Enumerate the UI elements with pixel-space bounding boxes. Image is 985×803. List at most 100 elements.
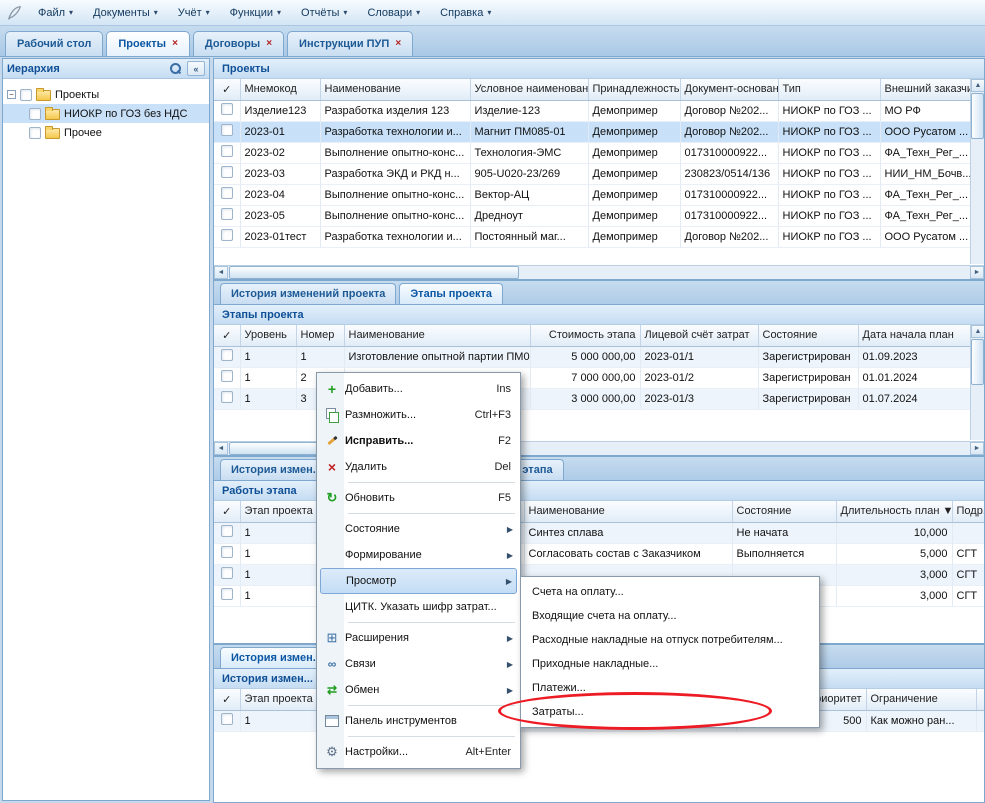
column-header[interactable] — [976, 689, 985, 710]
tree-item-other[interactable]: Прочее — [3, 123, 209, 142]
column-header[interactable]: Мнемокод — [240, 79, 320, 100]
horizontal-scrollbar[interactable]: ◄ ► — [214, 265, 984, 279]
column-header[interactable]: Ограничение — [866, 689, 976, 710]
column-header[interactable]: Этап проекта — [240, 501, 320, 522]
menu-item[interactable]: Счета на оплату... — [524, 580, 816, 604]
column-header[interactable]: ✓ — [214, 501, 240, 522]
scrollbar-thumb[interactable] — [229, 266, 519, 279]
vertical-scrollbar[interactable]: ▲ — [970, 325, 984, 440]
tab-project-stages[interactable]: Этапы проекта — [399, 283, 503, 304]
tab-project-history[interactable]: История изменений проекта — [220, 283, 396, 304]
menu-file[interactable]: Файл▾ — [29, 4, 82, 22]
menu-accounting[interactable]: Учёт▾ — [169, 4, 219, 22]
column-header[interactable]: Лицевой счёт затрат — [640, 325, 758, 346]
row-checkbox[interactable] — [221, 166, 233, 178]
menu-item[interactable]: УдалитьDel — [320, 454, 517, 480]
tab-contracts[interactable]: Договоры× — [193, 31, 284, 56]
table-row[interactable]: 2023-01Разработка технологии и...Магнит … — [214, 121, 985, 142]
column-header[interactable]: Наименование — [524, 501, 732, 522]
tree-checkbox[interactable] — [20, 89, 32, 101]
column-header[interactable]: Подр... — [952, 501, 985, 522]
row-checkbox[interactable] — [221, 713, 233, 725]
row-checkbox[interactable] — [221, 103, 233, 115]
row-checkbox[interactable] — [221, 208, 233, 220]
row-checkbox[interactable] — [221, 145, 233, 157]
menu-item[interactable]: Настройки...Alt+Enter — [320, 739, 517, 765]
menu-item[interactable]: Расширения▶ — [320, 625, 517, 651]
menu-functions[interactable]: Функции▾ — [221, 4, 290, 22]
app-logo-icon[interactable] — [4, 3, 24, 23]
expand-icon[interactable]: − — [7, 90, 16, 99]
menu-item[interactable]: Просмотр▶ — [320, 568, 517, 594]
menu-item[interactable]: Расходные накладные на отпуск потребител… — [524, 628, 816, 652]
column-header[interactable]: ✓ — [214, 79, 240, 100]
menu-item[interactable]: Добавить...Ins — [320, 376, 517, 402]
column-header[interactable]: Документ-основание — [680, 79, 778, 100]
scroll-up-button[interactable]: ▲ — [971, 79, 985, 92]
close-icon[interactable]: × — [266, 39, 272, 49]
tree-item-niokr[interactable]: НИОКР по ГОЗ без НДС — [3, 104, 209, 123]
column-header[interactable]: Длительность план ▼ — [836, 501, 952, 522]
row-checkbox[interactable] — [221, 546, 233, 558]
menu-item[interactable]: Исправить...F2 — [320, 428, 517, 454]
column-header[interactable]: Наименование — [320, 79, 470, 100]
row-checkbox[interactable] — [221, 525, 233, 537]
row-checkbox[interactable] — [221, 567, 233, 579]
table-row[interactable]: 2023-01тестРазработка технологии и...Пос… — [214, 226, 985, 247]
table-row[interactable]: Изделие123Разработка изделия 123Изделие-… — [214, 100, 985, 121]
column-header[interactable]: ✓ — [214, 325, 240, 346]
table-row[interactable]: 2023-05Выполнение опытно-конс...Дредноут… — [214, 205, 985, 226]
column-header[interactable]: Стоимость этапа — [530, 325, 640, 346]
table-row[interactable]: 2023-04Выполнение опытно-конс...Вектор-А… — [214, 184, 985, 205]
column-header[interactable]: Наименование — [344, 325, 530, 346]
menu-item[interactable]: Размножить...Ctrl+F3 — [320, 402, 517, 428]
scroll-left-button[interactable]: ◄ — [214, 442, 228, 455]
menu-documents[interactable]: Документы▾ — [84, 4, 167, 22]
scroll-right-button[interactable]: ► — [970, 442, 984, 455]
menu-item[interactable]: ОбновитьF5 — [320, 485, 517, 511]
tree-checkbox[interactable] — [29, 127, 41, 139]
table-row[interactable]: 2023-02Выполнение опытно-конс...Технолог… — [214, 142, 985, 163]
column-header[interactable]: Принадлежность — [588, 79, 680, 100]
column-header[interactable]: Состояние — [732, 501, 836, 522]
menu-help[interactable]: Справка▾ — [431, 4, 500, 22]
column-header[interactable]: ✓ — [214, 689, 240, 710]
row-checkbox[interactable] — [221, 588, 233, 600]
tab-desktop[interactable]: Рабочий стол — [5, 31, 103, 56]
table-row[interactable]: 11Изготовление опытной партии ПМ0...5 00… — [214, 346, 985, 367]
row-checkbox[interactable] — [221, 124, 233, 136]
scroll-right-button[interactable]: ► — [970, 266, 984, 279]
tab-projects[interactable]: Проекты× — [106, 31, 190, 56]
menu-item[interactable]: Входящие счета на оплату... — [524, 604, 816, 628]
row-checkbox[interactable] — [221, 187, 233, 199]
menu-item[interactable]: Платежи... — [524, 676, 816, 700]
menu-dictionaries[interactable]: Словари▾ — [358, 4, 429, 22]
menu-item[interactable]: Состояние▶ — [320, 516, 517, 542]
collapse-sidebar-button[interactable]: « — [187, 61, 205, 76]
menu-item[interactable]: Затраты... — [524, 700, 816, 724]
scrollbar-thumb[interactable] — [971, 339, 984, 385]
scroll-up-button[interactable]: ▲ — [971, 325, 985, 338]
column-header[interactable]: Условное наименование — [470, 79, 588, 100]
column-header[interactable]: Дата начала план — [858, 325, 985, 346]
menu-item[interactable]: Панель инструментов — [320, 708, 517, 734]
column-header[interactable]: Номер — [296, 325, 344, 346]
row-checkbox[interactable] — [221, 391, 233, 403]
menu-item[interactable]: Приходные накладные... — [524, 652, 816, 676]
close-icon[interactable]: × — [395, 39, 401, 49]
scroll-left-button[interactable]: ◄ — [214, 266, 228, 279]
menu-reports[interactable]: Отчёты▾ — [292, 4, 356, 22]
row-checkbox[interactable] — [221, 229, 233, 241]
scrollbar-thumb[interactable] — [971, 93, 984, 139]
menu-item[interactable]: ЦИТК. Указать шифр затрат... — [320, 594, 517, 620]
column-header[interactable]: Тип — [778, 79, 880, 100]
menu-item[interactable]: Обмен▶ — [320, 677, 517, 703]
column-header[interactable]: Состояние — [758, 325, 858, 346]
menu-item[interactable]: Связи▶ — [320, 651, 517, 677]
close-icon[interactable]: × — [172, 39, 178, 49]
tree-checkbox[interactable] — [29, 108, 41, 120]
column-header[interactable]: Уровень — [240, 325, 296, 346]
vertical-scrollbar[interactable]: ▲ — [970, 79, 984, 264]
tree-item-projects[interactable]: − Проекты — [3, 85, 209, 104]
tab-instructions[interactable]: Инструкции ПУП× — [287, 31, 413, 56]
